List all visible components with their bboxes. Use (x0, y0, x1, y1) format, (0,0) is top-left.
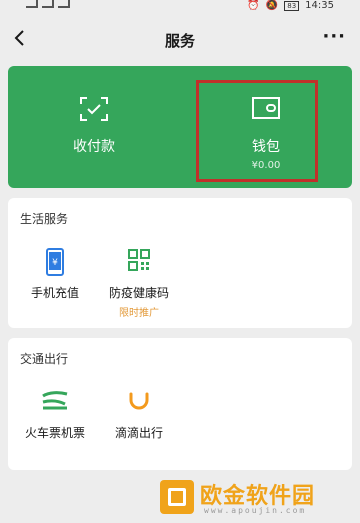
train-icon (41, 388, 69, 416)
service-label: 防疫健康码 (108, 286, 169, 300)
status-bar: ⏰ 🔕 83 14:35 (0, 0, 360, 14)
mute-icon: 🔕 (265, 0, 279, 11)
watermark-url: www.apoujin.com (204, 506, 307, 515)
qr-code-icon (127, 248, 151, 276)
health-code-button[interactable]: 防疫健康码 限时推广 (94, 248, 184, 319)
more-button[interactable]: ··· (322, 26, 346, 47)
signal-icons (26, 0, 70, 8)
nav-bar: 服务 ··· (0, 22, 360, 58)
svg-text:¥: ¥ (52, 258, 58, 268)
clock: 14:35 (305, 0, 334, 11)
life-services-panel: 生活服务 ¥ 手机充值 防疫健康码 限时推广 (8, 198, 352, 328)
mobile-topup-button[interactable]: ¥ 手机充值 (10, 248, 100, 318)
brand-logo-icon (160, 480, 194, 514)
page-title: 服务 (164, 32, 195, 50)
service-label: 火车票机票 (24, 426, 85, 440)
battery-icon: 83 (284, 0, 300, 11)
mobile-topup-icon: ¥ (45, 248, 65, 280)
wifi-icon (58, 0, 70, 8)
signal-icon (26, 0, 38, 8)
pay-receive-label: 收付款 (73, 139, 115, 155)
train-flight-button[interactable]: 火车票机票 (10, 388, 100, 448)
scan-check-icon (79, 96, 109, 126)
section-title: 生活服务 (20, 212, 69, 226)
didi-button[interactable]: 滴滴出行 (94, 388, 184, 448)
travel-services-panel: 交通出行 火车票机票 滴滴出行 (8, 338, 352, 470)
service-label: 手机充值 (30, 286, 79, 300)
promo-badge: 限时推广 (119, 308, 159, 319)
pay-receive-button[interactable]: 收付款 (8, 66, 180, 188)
wallet-highlight-box (196, 80, 318, 182)
didi-icon (127, 388, 151, 416)
signal-icon (42, 0, 54, 8)
service-label: 滴滴出行 (114, 426, 163, 440)
status-right: ⏰ 🔕 83 14:35 (247, 0, 334, 11)
section-title: 交通出行 (20, 352, 69, 366)
watermark: 欧金软件园 www.apoujin.com (160, 476, 356, 520)
alarm-icon: ⏰ (247, 0, 260, 11)
